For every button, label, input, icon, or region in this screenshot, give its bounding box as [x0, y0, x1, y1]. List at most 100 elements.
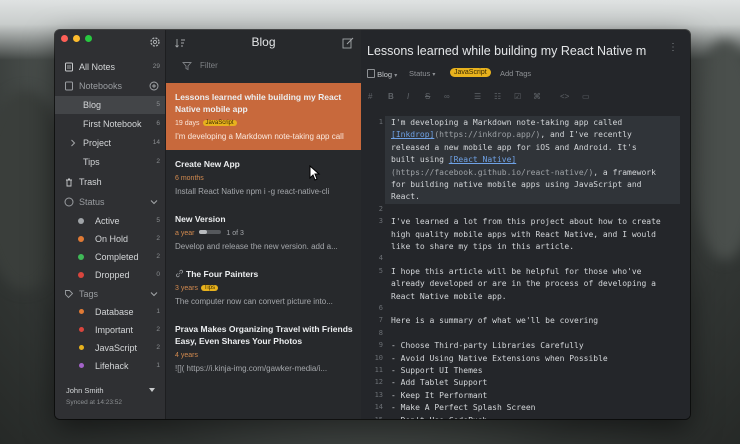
editor-line[interactable]: - Avoid Using Native Extensions when Pos… [391, 354, 608, 363]
add-notebook-icon[interactable] [149, 81, 159, 91]
line-number: 14 [374, 403, 383, 412]
sidebar-item-on-hold[interactable]: On Hold 2 [55, 230, 165, 248]
sidebar-item-completed[interactable]: Completed 2 [55, 248, 165, 266]
note-item[interactable]: Prava Makes Organizing Travel with Frien… [166, 315, 361, 385]
line-number: 10 [374, 353, 383, 362]
note-list: Blog Filter Lessons learned while buildi… [165, 30, 362, 419]
editor-line[interactable]: - Keep It Performant [391, 391, 487, 400]
minimize-window-button[interactable] [73, 35, 80, 42]
sidebar-item-javascript[interactable]: JavaScript 2 [55, 339, 165, 357]
trash-icon [66, 178, 72, 187]
add-tags-button[interactable]: Add Tags [500, 69, 531, 78]
note-title[interactable]: Lessons learned while building my React … [367, 44, 667, 58]
sidebar-item-active[interactable]: Active 5 [55, 212, 165, 230]
sidebar-item-important[interactable]: Important 2 [55, 321, 165, 339]
heading-icon[interactable]: # [368, 92, 372, 101]
more-options-icon[interactable]: ⋮ [668, 42, 678, 53]
line-number: 6 [378, 304, 383, 312]
editor-line[interactable]: like to share my tips in this article. [391, 242, 574, 251]
note-item[interactable]: Lessons learned while building my React … [166, 83, 361, 150]
line-number: 15 [361, 416, 383, 419]
editor-line[interactable]: Here is a summary of what we'll be cover… [391, 316, 598, 325]
mouse-cursor-icon [309, 165, 321, 181]
image-icon[interactable]: ⌘ [533, 92, 541, 101]
sidebar-item-tips[interactable]: Tips 2 [55, 153, 165, 171]
editor-line[interactable]: built using [React Native] [391, 155, 516, 164]
sidebar-section-tags[interactable]: Tags [55, 285, 165, 303]
tag-color-icon [79, 363, 84, 368]
code-icon[interactable]: <> [560, 92, 569, 101]
sidebar-item-all-notes[interactable]: All Notes 29 [55, 58, 165, 76]
note-preview: Install React Native npm i -g react-nati… [175, 187, 330, 196]
chevron-right-icon[interactable] [68, 138, 78, 148]
sidebar-item-database[interactable]: Database 1 [55, 303, 165, 321]
status-selector[interactable]: Status ▾ [409, 69, 435, 78]
editor-line[interactable]: - Choose Third-party Libraries Carefully [391, 341, 584, 350]
user-name[interactable]: John Smith [66, 386, 104, 395]
note-preview: ![]( https://i.kinja-img.com/gawker-medi… [175, 364, 328, 373]
bold-icon[interactable]: B [388, 92, 394, 101]
editor-line[interactable]: high quality mobile apps with React Nati… [391, 230, 656, 239]
editor-line[interactable]: (https://facebook.github.io/react-native… [391, 168, 656, 177]
tag-badge: Tips [200, 285, 219, 291]
tag-icon [65, 290, 74, 299]
editor-tag-badge[interactable]: JavaScript [450, 68, 491, 77]
note-item[interactable]: The Four Painters 3 years Tips The comput… [166, 260, 361, 323]
editor-pane: Lessons learned while building my React … [361, 30, 690, 419]
note-item[interactable]: New Version a year 1 of 3 Develop and re… [166, 205, 361, 268]
editor-line[interactable]: I've learned a lot from this project abo… [391, 217, 661, 226]
editor-line[interactable]: for building native mobile apps using Ja… [391, 180, 641, 189]
sidebar-item-lifehack[interactable]: Lifehack 1 [55, 357, 165, 375]
editor-line[interactable]: React. [391, 192, 420, 201]
editor-line[interactable]: I hope this article will be helpful for … [391, 267, 641, 276]
chevron-down-icon[interactable] [149, 289, 159, 299]
note-meta: a year 1 of 3 [175, 230, 244, 237]
editor-line[interactable]: - Make A Perfect Splash Screen [391, 403, 536, 412]
editor-line[interactable]: React Native mobile app. [391, 292, 507, 301]
sidebar-item-first-notebook[interactable]: First Notebook 6 [55, 115, 165, 133]
zoom-window-button[interactable] [85, 35, 92, 42]
note-item[interactable]: Create New App 6 months Install React Na… [166, 150, 361, 213]
bulleted-list-icon[interactable]: ☰ [474, 92, 481, 101]
notebook-selector[interactable]: Blog ▾ [367, 69, 397, 79]
editor-line[interactable]: I'm developing a Markdown note-taking ap… [391, 118, 622, 127]
note-preview: The computer now can convert picture int… [175, 297, 333, 306]
editor-line[interactable]: already developed or are in the process … [391, 279, 656, 288]
chevron-down-icon[interactable] [149, 197, 159, 207]
editor-line[interactable]: released a new mobile app for iOS and An… [391, 143, 637, 152]
new-note-icon[interactable] [342, 37, 354, 49]
tag-color-icon [79, 345, 84, 350]
strikethrough-icon[interactable]: S [425, 92, 430, 101]
line-number: 5 [378, 266, 383, 275]
editor-line[interactable]: - Add Tablet Support [391, 378, 487, 387]
tag-badge: JavaScript [202, 120, 237, 126]
sidebar-section-status[interactable]: Status [55, 193, 165, 211]
note-meta: 3 years Tips [175, 285, 219, 292]
numbered-list-icon[interactable]: ☷ [494, 92, 501, 101]
italic-icon[interactable]: I [407, 92, 409, 101]
gear-icon[interactable] [149, 36, 161, 48]
sidebar-item-trash[interactable]: Trash [55, 173, 165, 191]
tag-color-icon [79, 309, 84, 314]
on-hold-status-icon [78, 236, 84, 242]
editor-line[interactable]: - Don't Use CodePush [391, 416, 487, 419]
note-preview: Develop and release the new version. add… [175, 242, 338, 251]
editor-line[interactable]: [Inkdrop](https://inkdrop.app/), and I'v… [391, 130, 632, 139]
editor-line[interactable]: - Support UI Themes [391, 366, 483, 375]
chevron-down-icon[interactable] [149, 388, 155, 392]
line-number: 7 [378, 316, 383, 325]
sidebar-item-blog[interactable]: Blog 5 [55, 96, 165, 114]
dropped-status-icon [78, 272, 84, 278]
app-window: All Notes 29 Notebooks Blog 5 First Note… [55, 30, 690, 419]
preview-icon[interactable]: ▭ [582, 92, 590, 101]
filter-input[interactable]: Filter [200, 61, 218, 70]
filter-box[interactable]: Filter [178, 59, 353, 73]
close-window-button[interactable] [61, 35, 68, 42]
checkbox-icon[interactable]: ☑ [514, 92, 521, 101]
sidebar-item-project[interactable]: Project 14 [55, 134, 165, 152]
sidebar-section-notebooks[interactable]: Notebooks [55, 77, 165, 95]
tag-color-icon [79, 327, 84, 332]
link-icon[interactable]: ∞ [444, 92, 450, 101]
status-icon [64, 197, 74, 207]
sidebar-item-dropped[interactable]: Dropped 0 [55, 266, 165, 284]
